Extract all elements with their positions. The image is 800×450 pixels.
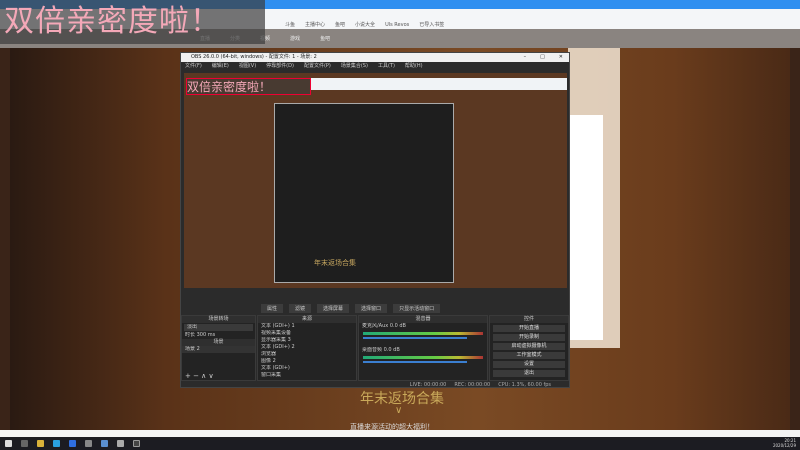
dock-header: 场景: [182, 339, 255, 346]
close-icon[interactable]: ✕: [559, 53, 563, 62]
preview-banner: 年末返场合集: [314, 259, 356, 267]
scene-add-remove[interactable]: + − ∧ ∨: [182, 373, 255, 380]
audio-meter: [363, 332, 483, 335]
app-icon[interactable]: [85, 440, 92, 447]
source-item[interactable]: 文本 (GDI+) 2: [258, 344, 356, 351]
studio-mode-button[interactable]: 工作室模式: [493, 352, 565, 359]
obs-window: OBS 26.0.0 (64-bit, windows) - 配置文件: 1 -…: [180, 52, 570, 388]
obs-menubar: 文件(F) 编辑(E) 视图(V) 停靠部件(D) 配置文件(P) 场景集合(S…: [181, 62, 569, 70]
minimize-icon[interactable]: –: [524, 53, 527, 62]
clock-date: 2020/12/29: [772, 443, 796, 448]
dock-header: 混音器: [359, 316, 487, 323]
duration-label: 时长: [185, 332, 196, 338]
bookmark[interactable]: 斗鱼: [285, 21, 295, 28]
virtual-camera-button[interactable]: 启动虚拟摄像机: [493, 343, 565, 350]
bookmark[interactable]: 小说大全: [355, 21, 375, 28]
audio-meter: [363, 356, 483, 359]
properties-button[interactable]: 属性: [261, 303, 284, 313]
live-time: LIVE: 00:00:00: [409, 382, 447, 388]
mixer-channel-name: 麦克风/Aux 0.0 dB: [362, 323, 406, 329]
search-icon[interactable]: [21, 440, 28, 447]
menu-file[interactable]: 文件(F): [185, 62, 202, 70]
dock-header: 场景转场: [182, 316, 255, 323]
menu-edit[interactable]: 编辑(E): [212, 62, 229, 70]
start-icon[interactable]: [5, 440, 12, 447]
source-item[interactable]: 视频采集设备: [258, 330, 356, 337]
dock-header: 来源: [258, 316, 356, 323]
browser-icon[interactable]: [53, 440, 60, 447]
nav-item[interactable]: 游戏: [290, 35, 300, 42]
menu-docks[interactable]: 停靠部件(D): [266, 62, 294, 70]
channel-level: 0.0 dB: [389, 323, 406, 329]
maximize-icon[interactable]: □: [540, 53, 545, 62]
bookmark[interactable]: 鱼吧: [335, 21, 345, 28]
preview-browser: [311, 78, 567, 90]
transition-select[interactable]: 淡出: [184, 324, 253, 331]
nav-item[interactable]: 鱼吧: [320, 35, 330, 42]
app-icon[interactable]: [69, 440, 76, 447]
mixer-channel-name: 桌面音频 0.0 dB: [362, 347, 400, 353]
source-item[interactable]: 文本 (GDI+) 1: [258, 323, 356, 330]
file-explorer-icon[interactable]: [37, 440, 44, 447]
controls-dock: 控件 开始直播 开始录制 启动虚拟摄像机 工作室模式 设置 退出: [489, 315, 569, 381]
system-clock[interactable]: 20:21 2020/12/29: [773, 438, 796, 448]
menu-help[interactable]: 帮助(H): [405, 62, 423, 70]
obs-statusbar: LIVE: 00:00:00 REC: 00:00:00 CPU: 1.3%, …: [181, 381, 571, 389]
rec-time: REC: 00:00:00: [454, 382, 491, 388]
select-screen-button[interactable]: 选择屏幕: [317, 303, 350, 313]
preview-overlay-text[interactable]: 双倍亲密度啦！: [186, 78, 311, 95]
popup-window[interactable]: [570, 115, 603, 340]
app-icon[interactable]: [117, 440, 124, 447]
bookmark[interactable]: Uls Revos: [385, 22, 409, 28]
scene-item[interactable]: 场景 2: [182, 346, 255, 353]
obs-titlebar: OBS 26.0.0 (64-bit, windows) - 配置文件: 1 -…: [181, 53, 569, 62]
menu-view[interactable]: 视图(V): [239, 62, 256, 70]
start-streaming-button[interactable]: 开始直播: [493, 325, 565, 332]
obs-icon[interactable]: [133, 440, 140, 447]
volume-slider[interactable]: [363, 337, 467, 339]
cpu-fps: CPU: 1.3%, 60.00 fps: [498, 382, 551, 388]
obs-preview[interactable]: 双倍亲密度啦！ 年末返场合集: [184, 73, 567, 288]
active-window-option[interactable]: 只显示活动窗口: [393, 303, 441, 313]
app-icon[interactable]: [101, 440, 108, 447]
duration-field[interactable]: 时长 300 ms: [182, 332, 255, 339]
bookmark[interactable]: 主播中心: [305, 21, 325, 28]
source-item[interactable]: 图像 2: [258, 358, 356, 365]
start-recording-button[interactable]: 开始录制: [493, 334, 565, 341]
window-title: OBS 26.0.0 (64-bit, windows) - 配置文件: 1 -…: [191, 54, 317, 60]
source-toolbar: 属性 滤镜 选择屏幕 选择窗口 只显示活动窗口: [181, 303, 571, 313]
dock-header: 控件: [490, 316, 568, 323]
source-item[interactable]: 显示器采集 3: [258, 337, 356, 344]
transitions-scenes-dock: 场景转场 淡出 时长 300 ms 场景 场景 2 + − ∧ ∨: [181, 315, 256, 381]
source-item[interactable]: 浏览器: [258, 351, 356, 358]
overlay-text: 双倍亲密度啦！: [0, 0, 265, 44]
source-item[interactable]: 文本 (GDI+): [258, 365, 356, 372]
duration-value[interactable]: 300 ms: [197, 332, 216, 338]
menu-profile[interactable]: 配置文件(P): [304, 62, 331, 70]
settings-button[interactable]: 设置: [493, 361, 565, 368]
source-item[interactable]: 窗口采集: [258, 372, 356, 379]
sources-dock: 来源 文本 (GDI+) 1 视频采集设备 显示器采集 3 文本 (GDI+) …: [257, 315, 357, 381]
exit-button[interactable]: 退出: [493, 370, 565, 377]
volume-slider[interactable]: [363, 361, 467, 363]
bookmark[interactable]: 已导入书签: [419, 21, 444, 28]
mixer-dock: 混音器 麦克风/Aux 0.0 dB 桌面音频 0.0 dB: [358, 315, 488, 381]
taskbar: 20:21 2020/12/29: [0, 437, 800, 450]
filters-button[interactable]: 滤镜: [289, 303, 312, 313]
nested-obs-preview: [274, 103, 454, 283]
menu-tools[interactable]: 工具(T): [378, 62, 395, 70]
menu-scene-collection[interactable]: 场景集合(S): [341, 62, 368, 70]
select-window-button[interactable]: 选择窗口: [355, 303, 388, 313]
browser-statusbar: [0, 430, 800, 437]
channel-level: 0.0 dB: [383, 347, 400, 353]
chevron-down-icon: ∨: [395, 405, 403, 416]
